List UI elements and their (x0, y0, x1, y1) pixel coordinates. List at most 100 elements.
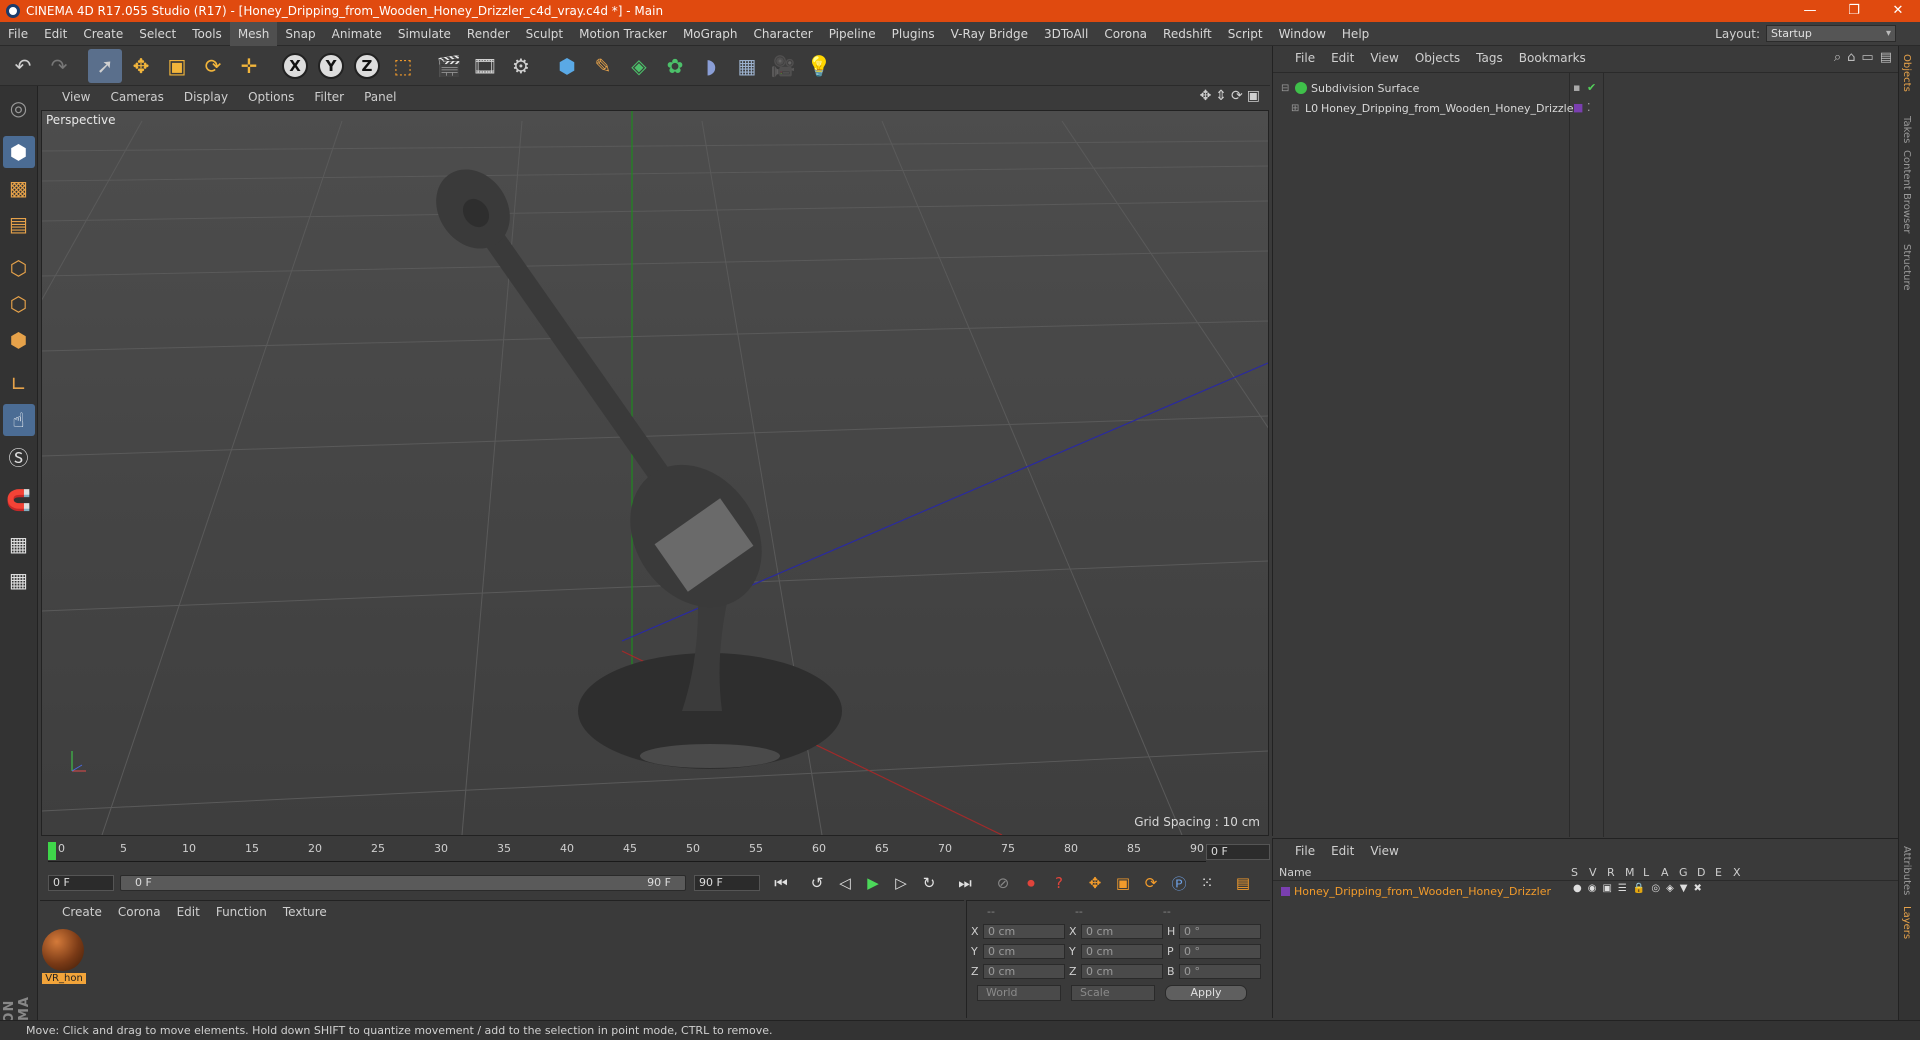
size-mode-dropdown[interactable]: Scale (1071, 985, 1155, 1001)
keyframe-selection-icon[interactable]: ? (1046, 871, 1072, 895)
previous-frame-icon[interactable]: ◁ (832, 871, 858, 895)
pan-view-icon[interactable]: ✥ (1200, 88, 1212, 104)
points-mode-icon[interactable]: ⬡ (3, 252, 35, 284)
layer-row[interactable]: Honey_Dripping_from_Wooden_Honey_Drizzle… (1281, 883, 1551, 899)
rotation-p-field[interactable]: 0 ° (1179, 943, 1261, 959)
new-view-icon[interactable]: ▭ (1861, 50, 1873, 65)
generator-toggle-icon[interactable]: ◈ (1666, 883, 1674, 894)
render-toggle-icon[interactable]: ▣ (1602, 883, 1611, 894)
restore-button[interactable]: ❐ (1832, 0, 1876, 22)
menu-redshift[interactable]: Redshift (1155, 22, 1220, 46)
menu-render[interactable]: Render (459, 22, 518, 46)
key-scale-icon[interactable]: ▣ (1110, 871, 1136, 895)
enabled-check-icon[interactable]: ✔ (1587, 81, 1596, 94)
menu-vray-bridge[interactable]: V-Ray Bridge (943, 22, 1036, 46)
viewport-menu-cameras[interactable]: Cameras (100, 90, 173, 104)
position-x-field[interactable]: 0 cm (983, 923, 1065, 939)
coordinate-system-icon[interactable]: ⬚ (386, 49, 420, 83)
menu-edit[interactable]: Edit (36, 22, 75, 46)
material-swatch[interactable]: VR_hon (42, 929, 86, 984)
go-to-end-icon[interactable]: ⏭ (952, 871, 978, 895)
rotate-tool-icon[interactable]: ⟳ (196, 49, 230, 83)
lm-menu-edit[interactable]: Edit (1323, 844, 1362, 858)
scale-tool-icon[interactable]: ▣ (160, 49, 194, 83)
key-position-icon[interactable]: ✥ (1082, 871, 1108, 895)
view-toggle-icon[interactable]: ◉ (1588, 883, 1597, 894)
deformer-icon[interactable]: ◗ (694, 49, 728, 83)
layer-color-swatch[interactable] (1281, 886, 1290, 896)
apply-button[interactable]: Apply (1165, 985, 1247, 1001)
key-pla-icon[interactable]: ⁙ (1194, 871, 1220, 895)
tweak-mode-icon[interactable]: ☝ (2, 404, 35, 436)
size-z-field[interactable]: 0 cm (1081, 963, 1163, 979)
autokeying-icon[interactable]: ⏺ (1018, 871, 1044, 895)
menu-3dtoall[interactable]: 3DToAll (1036, 22, 1096, 46)
menu-motion-tracker[interactable]: Motion Tracker (571, 22, 675, 46)
manager-toggle-icon[interactable]: ☰ (1618, 883, 1627, 894)
collapse-icon[interactable]: ⊟ (1281, 83, 1291, 94)
expand-icon[interactable]: ⊞ (1291, 103, 1301, 114)
menu-file[interactable]: File (0, 22, 36, 46)
deformer-toggle-icon[interactable]: ▼ (1680, 883, 1688, 894)
tab-layers[interactable]: Layers (1901, 906, 1912, 939)
floor-environment-icon[interactable]: ▦ (730, 49, 764, 83)
coordinate-space-dropdown[interactable]: World (977, 985, 1061, 1001)
position-z-field[interactable]: 0 cm (983, 963, 1065, 979)
menu-snap[interactable]: Snap (277, 22, 323, 46)
workplane-align-icon[interactable]: ▦ (3, 564, 35, 596)
rotation-b-field[interactable]: 0 ° (1179, 963, 1261, 979)
close-button[interactable]: ✕ (1876, 0, 1920, 22)
menu-simulate[interactable]: Simulate (390, 22, 459, 46)
frame-range-slider[interactable]: 0 F 90 F (120, 875, 686, 891)
tab-takes[interactable]: Takes (1901, 116, 1912, 143)
x-axis-lock-icon[interactable]: X (278, 49, 312, 83)
layer-color-icon[interactable]: ■ (1573, 101, 1583, 114)
render-settings-icon[interactable]: ⚙ (504, 49, 538, 83)
panel-menu-icon[interactable]: ▤ (1880, 50, 1892, 65)
cube-object-icon[interactable]: ⬢ (550, 49, 584, 83)
start-frame-field[interactable]: 0 F (48, 875, 114, 891)
toggle-view-icon[interactable]: ▣ (1247, 88, 1260, 104)
tab-attributes[interactable]: Attributes (1901, 846, 1912, 895)
perspective-viewport[interactable]: Perspective Grid Spacing : 10 cm (41, 110, 1269, 836)
end-frame-field[interactable]: 90 F (694, 875, 760, 891)
object-row-subdivision-surface[interactable]: ⊟ Subdivision Surface (1281, 79, 1419, 97)
menu-animate[interactable]: Animate (324, 22, 390, 46)
z-axis-lock-icon[interactable]: Z (350, 49, 384, 83)
om-menu-view[interactable]: View (1362, 51, 1406, 65)
layer-name[interactable]: Honey_Dripping_from_Wooden_Honey_Drizzle… (1294, 885, 1551, 898)
light-icon[interactable]: 💡 (802, 49, 836, 83)
menu-help[interactable]: Help (1334, 22, 1377, 46)
tab-content-browser[interactable]: Content Browser (1901, 150, 1912, 233)
rotation-h-field[interactable]: 0 ° (1179, 923, 1261, 939)
transform-tool-icon[interactable]: ✛ (232, 49, 266, 83)
material-menu-create[interactable]: Create (54, 905, 110, 919)
key-rotation-icon[interactable]: ⟳ (1138, 871, 1164, 895)
menu-plugins[interactable]: Plugins (884, 22, 943, 46)
viewport-menu-view[interactable]: View (52, 90, 100, 104)
viewport-camera-label[interactable]: Perspective (46, 113, 116, 127)
material-menu-corona[interactable]: Corona (110, 905, 169, 919)
render-view-icon[interactable]: 🎬 (432, 49, 466, 83)
viewport-menu-display[interactable]: Display (174, 90, 238, 104)
camera-icon[interactable]: 🎥 (766, 49, 800, 83)
texture-mode-icon[interactable]: ▩ (3, 172, 35, 204)
viewport-menu-filter[interactable]: Filter (304, 90, 354, 104)
object-row-honey-model[interactable]: ⊞ L0 Honey_Dripping_from_Wooden_Honey_Dr… (1291, 99, 1578, 117)
move-tool-icon[interactable]: ✥ (124, 49, 158, 83)
search-icon[interactable]: ⌕ (1834, 50, 1841, 65)
current-frame-field[interactable]: 0 F (1206, 844, 1270, 860)
menu-window[interactable]: Window (1271, 22, 1334, 46)
visibility-dots-icon[interactable]: ⁚ (1587, 101, 1591, 114)
mograph-cloner-icon[interactable]: ✿ (658, 49, 692, 83)
menu-mograph[interactable]: MoGraph (675, 22, 746, 46)
layout-dropdown[interactable]: Startup (1766, 25, 1896, 42)
material-menu-edit[interactable]: Edit (169, 905, 208, 919)
render-picture-viewer-icon[interactable]: 🎞 (468, 49, 502, 83)
axis-mode-icon[interactable]: ∟ (3, 368, 35, 400)
om-menu-edit[interactable]: Edit (1323, 51, 1362, 65)
undo-icon[interactable]: ↶ (6, 49, 40, 83)
playhead[interactable] (48, 842, 56, 860)
minimize-button[interactable]: — (1788, 0, 1832, 22)
orbit-view-icon[interactable]: ⟳ (1231, 88, 1243, 104)
